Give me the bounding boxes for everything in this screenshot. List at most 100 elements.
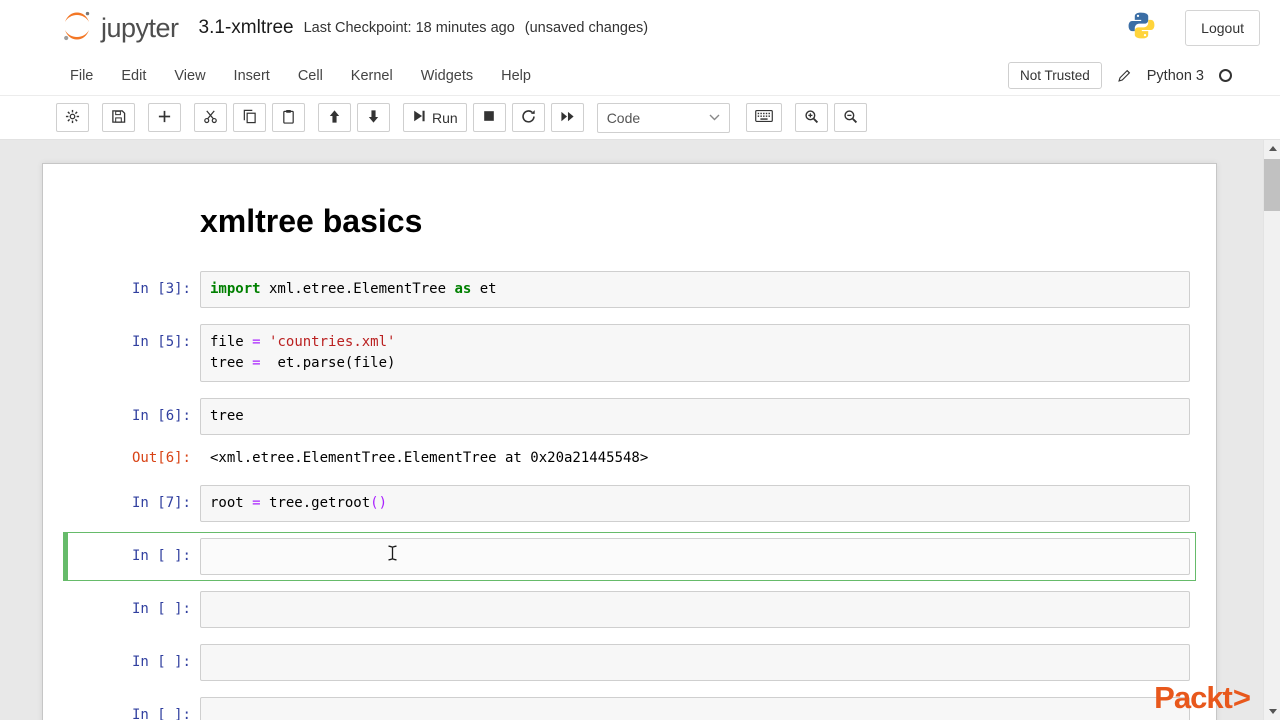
markdown-cell[interactable]: xmltree basics xyxy=(63,198,1196,245)
keyboard-button[interactable] xyxy=(745,103,782,132)
python-logo-icon xyxy=(1126,10,1157,46)
cell-type-dropdown[interactable]: Code xyxy=(596,102,730,133)
scrollbar-thumb[interactable] xyxy=(1264,159,1280,211)
menu-item-cell[interactable]: Cell xyxy=(284,59,337,93)
cell-input[interactable] xyxy=(200,644,1190,682)
code-cell[interactable]: In [ ]: xyxy=(63,585,1196,634)
cell-input-prompt: In [3]: xyxy=(131,281,191,298)
code-token: = xyxy=(252,334,261,351)
cell-input[interactable] xyxy=(200,697,1190,720)
code-token: root xyxy=(210,495,253,512)
stop-icon xyxy=(482,109,496,126)
menu-item-view[interactable]: View xyxy=(160,59,219,93)
notebook-container: xmltree basics In [3]: import xml.etree.E… xyxy=(42,163,1217,720)
gear-button[interactable] xyxy=(56,103,89,132)
scroll-down-button[interactable] xyxy=(1264,703,1280,720)
refresh-icon xyxy=(521,109,536,127)
menu-item-widgets[interactable]: Widgets xyxy=(407,59,487,93)
cell-input[interactable] xyxy=(200,591,1190,629)
code-token: xml.etree.ElementTree xyxy=(260,281,455,298)
toolbar-buttons-right xyxy=(745,103,880,132)
toolbar-group xyxy=(148,103,181,132)
notebook-area: xmltree basics In [3]: import xml.etree.E… xyxy=(0,140,1280,720)
fast-forward-button[interactable] xyxy=(550,103,584,132)
zoom-out-icon xyxy=(843,109,858,127)
cell-list: In [3]: import xml.etree.ElementTree as e… xyxy=(63,265,1196,720)
cell-input-prompt: In [7]: xyxy=(131,495,191,512)
code-line: import xml.etree.ElementTree as et xyxy=(210,279,1180,300)
code-cell[interactable]: In [3]: import xml.etree.ElementTree as e… xyxy=(63,265,1196,314)
move-down-icon xyxy=(366,109,381,127)
paste-icon xyxy=(281,109,296,127)
code-token: et.parse(file) xyxy=(260,355,396,372)
cell-output: <xml.etree.ElementTree.ElementTree at 0x… xyxy=(210,450,649,467)
menu-item-insert[interactable]: Insert xyxy=(220,59,284,93)
toolbar-group xyxy=(794,103,867,132)
menu-item-file[interactable]: File xyxy=(56,59,107,93)
save-button[interactable] xyxy=(102,103,135,132)
code-line: root = tree.getroot() xyxy=(210,493,1180,514)
checkpoint-status: Last Checkpoint: 18 minutes ago xyxy=(303,20,515,36)
cell-input[interactable]: root = tree.getroot() xyxy=(200,485,1190,523)
scrollbar[interactable] xyxy=(1263,140,1280,720)
save-icon xyxy=(111,109,126,127)
scroll-up-button[interactable] xyxy=(1264,140,1280,157)
packt-logo: Packt> xyxy=(1154,680,1251,716)
menu-item-kernel[interactable]: Kernel xyxy=(337,59,407,93)
cell-input[interactable]: import xml.etree.ElementTree as et xyxy=(200,271,1190,309)
cell-input[interactable] xyxy=(200,538,1190,576)
run-button[interactable]: Run xyxy=(403,103,467,132)
toolbar-group xyxy=(102,103,135,132)
code-token: = xyxy=(252,355,261,372)
unsaved-changes-status: (unsaved changes) xyxy=(524,20,649,36)
cut-button[interactable] xyxy=(194,103,227,132)
code-cell[interactable]: In [7]: root = tree.getroot() xyxy=(63,479,1196,528)
text-cursor-icon xyxy=(387,545,398,566)
cell-input[interactable]: file = 'countries.xml' tree = et.parse(fi… xyxy=(200,324,1190,383)
code-cell[interactable]: In [6]: tree Out[6]: <xml.etree.ElementTree… xyxy=(63,392,1196,475)
code-token: () xyxy=(370,495,388,512)
paste-button[interactable] xyxy=(272,103,305,132)
cell-input[interactable]: tree xyxy=(200,398,1190,436)
refresh-button[interactable] xyxy=(511,103,545,132)
edit-mode-pencil-icon xyxy=(1117,68,1132,83)
code-cell[interactable]: In [ ]: xyxy=(63,638,1196,687)
run-icon xyxy=(412,109,426,126)
cell-input-prompt: In [6]: xyxy=(131,408,191,425)
header-right: Logout xyxy=(1126,10,1260,46)
code-cell[interactable]: In [ ]: xyxy=(63,691,1196,720)
menu-item-edit[interactable]: Edit xyxy=(107,59,160,93)
copy-button[interactable] xyxy=(233,103,266,132)
code-cell-selected[interactable]: In [ ]: xyxy=(63,532,1196,582)
code-token: 'countries.xml' xyxy=(269,334,396,351)
jupyter-logo[interactable]: jupyter xyxy=(60,9,179,48)
cell-type-value: Code xyxy=(606,109,641,126)
chevron-down-icon xyxy=(709,114,720,121)
fast-forward-icon xyxy=(560,109,575,127)
menubar: File Edit View Insert Cell Kernel Widgets Help … xyxy=(0,56,1280,96)
code-token: et xyxy=(471,281,497,298)
code-cell[interactable]: In [5]: file = 'countries.xml' tree = et.p… xyxy=(63,318,1196,388)
toolbar-group: Run xyxy=(403,103,584,132)
notebook-title[interactable]: 3.1-xmltree xyxy=(199,17,294,39)
zoom-out-button[interactable] xyxy=(833,103,867,132)
toolbar-group xyxy=(745,103,782,132)
toolbar-group xyxy=(318,103,390,132)
toolbar: Run Code xyxy=(0,96,1280,140)
jupyter-logo-icon xyxy=(60,9,94,48)
packt-logo-text: Packt xyxy=(1154,680,1233,715)
cell-input-prompt: In [ ]: xyxy=(131,548,191,565)
stop-button[interactable] xyxy=(472,103,506,132)
not-trusted-button[interactable]: Not Trusted xyxy=(1007,62,1102,89)
add-icon xyxy=(157,109,172,127)
add-button[interactable] xyxy=(148,103,181,132)
logout-button[interactable]: Logout xyxy=(1185,10,1260,46)
menu-item-help[interactable]: Help xyxy=(487,59,545,93)
toolbar-buttons-left: Run xyxy=(56,103,597,132)
move-up-button[interactable] xyxy=(318,103,351,132)
zoom-in-button[interactable] xyxy=(794,103,828,132)
move-down-button[interactable] xyxy=(357,103,390,132)
jupyter-logo-text: jupyter xyxy=(101,12,179,43)
